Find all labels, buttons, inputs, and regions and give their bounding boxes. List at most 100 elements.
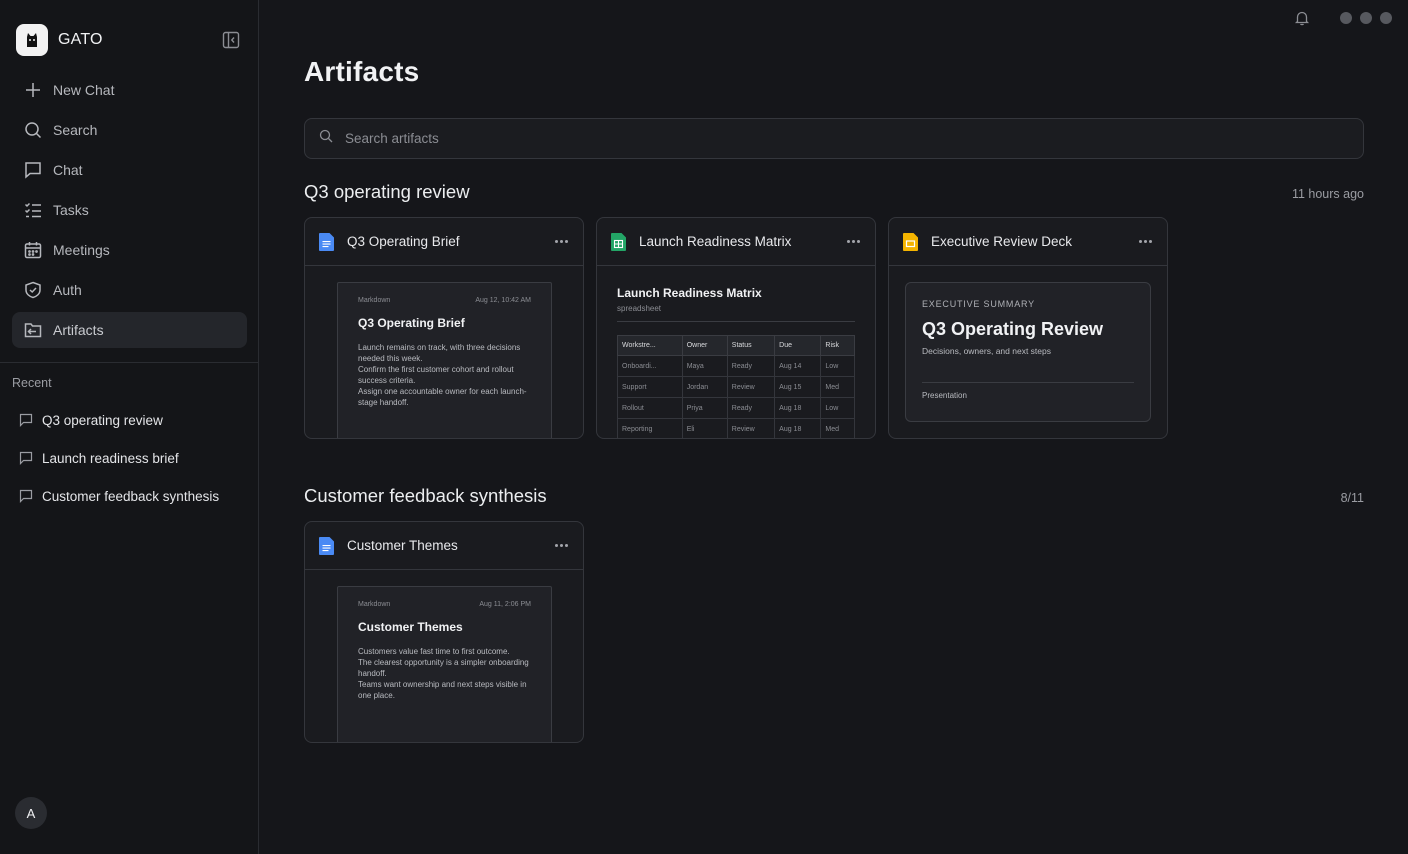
- collapse-sidebar-icon[interactable]: [222, 31, 240, 49]
- sidebar-item-tasks[interactable]: Tasks: [12, 192, 247, 228]
- table-cell: Eli: [681, 418, 728, 438]
- window-dot-icon[interactable]: [1360, 12, 1372, 24]
- tasks-icon: [23, 201, 42, 220]
- artifact-card[interactable]: Executive Review Deck EXECUTIVE SUMMARY …: [888, 217, 1168, 439]
- search-input[interactable]: [345, 131, 1245, 146]
- table-cell: Jordan: [681, 376, 728, 398]
- chat-icon: [23, 161, 42, 180]
- window-controls: [1340, 12, 1392, 24]
- section-title: Customer feedback synthesis: [304, 485, 547, 506]
- recent-item-label: Launch readiness brief: [42, 450, 179, 466]
- table-header: Due: [774, 335, 822, 356]
- sheet-preview: Launch Readiness Matrix spreadsheet Work…: [617, 286, 855, 438]
- doc-kind: Markdown: [358, 297, 391, 304]
- table-cell: Aug 18: [774, 397, 822, 419]
- sidebar-item-meetings[interactable]: Meetings: [12, 232, 247, 268]
- doc-title: Customer Themes: [358, 620, 463, 634]
- table-cell: Priya: [681, 397, 728, 419]
- calendar-icon: [23, 241, 42, 260]
- doc-title: Q3 Operating Brief: [358, 316, 465, 330]
- doc-body: Customers value fast time to first outco…: [358, 646, 531, 701]
- table-header: Owner: [681, 335, 728, 356]
- recent-item[interactable]: Launch readiness brief: [12, 439, 247, 477]
- user-avatar[interactable]: A: [15, 797, 47, 829]
- more-options-icon[interactable]: [555, 234, 569, 248]
- search-icon: [319, 129, 333, 148]
- sidebar-item-new-chat[interactable]: New Chat: [12, 72, 247, 108]
- slides-icon: [903, 232, 919, 251]
- sidebar-item-label: New Chat: [53, 82, 115, 98]
- doc-line: Assign one accountable owner for each la…: [358, 387, 527, 407]
- slide-title: Q3 Operating Review: [922, 319, 1104, 339]
- more-options-icon[interactable]: [555, 538, 569, 552]
- slide-subtitle: Decisions, owners, and next steps: [922, 346, 1051, 356]
- table-cell: Med: [820, 376, 855, 398]
- more-options-icon[interactable]: [847, 234, 861, 248]
- recent-item-label: Customer feedback synthesis: [42, 488, 220, 504]
- table-row: Rollout Priya Ready Aug 18 Low: [617, 397, 855, 419]
- table-header: Risk: [820, 335, 855, 356]
- section-title: Q3 operating review: [304, 181, 470, 202]
- recent-item[interactable]: Customer feedback synthesis: [12, 477, 247, 515]
- table-cell: Reporting: [617, 418, 683, 438]
- sidebar-nav: New Chat Search Chat Tasks Meetings Auth…: [12, 72, 247, 352]
- shield-icon: [23, 281, 42, 300]
- artifact-card[interactable]: Launch Readiness Matrix Launch Readiness…: [596, 217, 876, 439]
- sheet-subtitle: spreadsheet: [617, 304, 662, 313]
- slide-kicker: EXECUTIVE SUMMARY: [922, 299, 1035, 309]
- recent-list: Q3 operating review Launch readiness bri…: [12, 401, 247, 515]
- chat-icon: [19, 413, 34, 428]
- table-cell: Review: [726, 418, 776, 438]
- search-icon: [23, 121, 42, 140]
- doc-line: Confirm the first customer cohort and ro…: [358, 365, 514, 385]
- table-cell: Ready: [726, 397, 776, 419]
- sidebar-item-chat[interactable]: Chat: [12, 152, 247, 188]
- sidebar-divider: [0, 362, 259, 363]
- artifact-card[interactable]: Customer Themes Markdown Aug 11, 2:06 PM …: [304, 521, 584, 743]
- section-timestamp: 11 hours ago: [1291, 187, 1364, 201]
- doc-icon: [319, 232, 335, 251]
- table-cell: Review: [726, 376, 776, 398]
- table-row: Onboardi... Maya Ready Aug 14 Low: [617, 355, 855, 377]
- more-options-icon[interactable]: [1139, 234, 1153, 248]
- table-cell: Low: [820, 397, 855, 419]
- sidebar-item-auth[interactable]: Auth: [12, 272, 247, 308]
- card-title: Executive Review Deck: [931, 234, 1073, 249]
- card-header: Q3 Operating Brief: [305, 218, 583, 266]
- sidebar-item-artifacts[interactable]: Artifacts: [12, 312, 247, 348]
- table-cell: Ready: [726, 355, 776, 377]
- table-header: Status: [726, 335, 776, 356]
- doc-line: Customers value fast time to first outco…: [358, 647, 510, 656]
- table-cell: Med: [820, 418, 855, 438]
- table-cell: Rollout: [617, 397, 683, 419]
- table-cell: Low: [820, 355, 855, 377]
- table-row: Support Jordan Review Aug 15 Med: [617, 376, 855, 398]
- sheet-table: Workstre... Owner Status Due Risk Onboar…: [617, 335, 855, 438]
- sidebar: GATO New Chat Search Chat Tasks Meetings…: [0, 0, 259, 854]
- sidebar-item-label: Tasks: [53, 202, 89, 218]
- table-cell: Aug 15: [774, 376, 822, 398]
- card-header: Customer Themes: [305, 522, 583, 570]
- sidebar-item-label: Auth: [53, 282, 82, 298]
- card-title: Q3 Operating Brief: [347, 234, 460, 249]
- recent-item[interactable]: Q3 operating review: [12, 401, 247, 439]
- app-name: GATO: [58, 31, 103, 48]
- doc-line: Teams want ownership and next steps visi…: [358, 680, 527, 700]
- doc-line: The clearest opportunity is a simpler on…: [358, 658, 529, 678]
- sidebar-item-label: Artifacts: [53, 322, 104, 338]
- doc-kind: Markdown: [358, 601, 391, 608]
- table-cell: Support: [617, 376, 683, 398]
- bell-icon[interactable]: [1294, 10, 1310, 26]
- section-date: 8/11: [1340, 491, 1364, 505]
- table-cell: Onboardi...: [617, 355, 683, 377]
- table-cell: Maya: [681, 355, 728, 377]
- sheet-divider: [617, 321, 855, 322]
- search-bar: [304, 118, 1364, 159]
- artifact-card[interactable]: Q3 Operating Brief Markdown Aug 12, 10:42…: [304, 217, 584, 439]
- window-dot-icon[interactable]: [1380, 12, 1392, 24]
- sidebar-item-search[interactable]: Search: [12, 112, 247, 148]
- recent-heading: Recent: [12, 376, 52, 390]
- card-title: Launch Readiness Matrix: [639, 234, 792, 249]
- window-dot-icon[interactable]: [1340, 12, 1352, 24]
- brand[interactable]: GATO: [16, 24, 103, 56]
